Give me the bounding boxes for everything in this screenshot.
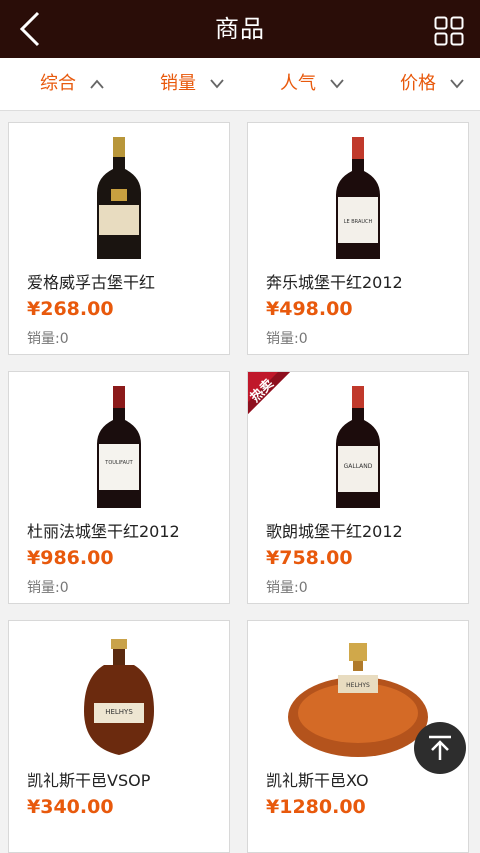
product-price: ¥758.00 bbox=[266, 547, 353, 569]
product-price: ¥1280.00 bbox=[266, 796, 366, 818]
product-name: 凯礼斯干邑VSOP bbox=[27, 771, 151, 790]
arrow-up-icon bbox=[429, 735, 451, 760]
chevron-up-icon bbox=[90, 79, 104, 89]
cognac-bottle-icon: HELHYS bbox=[84, 639, 154, 755]
wine-bottle-icon bbox=[97, 137, 141, 259]
product-price: ¥340.00 bbox=[27, 796, 114, 818]
product-name: 奔乐城堡干红2012 bbox=[266, 273, 403, 292]
sort-label: 销量 bbox=[160, 73, 196, 94]
bottle-label-text: GALLAND bbox=[344, 463, 373, 470]
product-sales: 销量:0 bbox=[27, 580, 69, 596]
sort-label: 价格 bbox=[400, 73, 436, 94]
cognac-bottle-icon: HELHYS bbox=[288, 643, 428, 757]
grid-view-button[interactable] bbox=[434, 16, 464, 46]
product-name: 凯礼斯干邑XO bbox=[266, 771, 369, 790]
product-price: ¥498.00 bbox=[266, 298, 353, 320]
wine-bottle-icon: LE BRAUCH bbox=[336, 137, 380, 259]
product-price: ¥986.00 bbox=[27, 547, 114, 569]
product-name: 爱格威孚古堡干红 bbox=[27, 273, 156, 292]
product-name: 歌朗城堡干红2012 bbox=[266, 522, 403, 541]
product-card[interactable]: 爱格威孚古堡干红 ¥268.00 销量:0 bbox=[8, 122, 230, 355]
product-image: HELHYS bbox=[9, 621, 229, 761]
chevron-down-icon bbox=[210, 79, 224, 89]
product-image: TOULIFAUT bbox=[9, 372, 229, 512]
sort-sales[interactable]: 销量 bbox=[160, 58, 224, 110]
chevron-down-icon bbox=[330, 79, 344, 89]
sort-label: 综合 bbox=[40, 73, 76, 94]
product-name: 杜丽法城堡干红2012 bbox=[27, 522, 180, 541]
product-sales: 销量:0 bbox=[27, 331, 69, 347]
wine-bottle-icon: TOULIFAUT bbox=[97, 386, 141, 508]
product-price: ¥268.00 bbox=[27, 298, 114, 320]
product-image bbox=[9, 123, 229, 263]
product-sales: 销量:0 bbox=[266, 580, 308, 596]
product-card[interactable]: GALLAND 热卖 歌朗城堡干红2012 ¥758.00 销量:0 bbox=[247, 371, 469, 604]
back-to-top-button[interactable] bbox=[414, 722, 466, 774]
sort-comprehensive[interactable]: 综合 bbox=[40, 58, 104, 110]
bottle-label-text: HELHYS bbox=[105, 708, 133, 716]
grid-icon bbox=[434, 16, 464, 46]
bottle-label-text: LE BRAUCH bbox=[344, 219, 373, 225]
product-sales: 销量:0 bbox=[266, 331, 308, 347]
chevron-down-icon bbox=[450, 79, 464, 89]
product-image: LE BRAUCH bbox=[248, 123, 468, 263]
sort-bar: 综合 销量 人气 价格 bbox=[0, 58, 480, 111]
bottle-label-text: TOULIFAUT bbox=[104, 460, 133, 466]
product-card[interactable]: HELHYS 凯礼斯干邑VSOP ¥340.00 bbox=[8, 620, 230, 853]
app-header: 商品 bbox=[0, 0, 480, 58]
sort-popularity[interactable]: 人气 bbox=[280, 58, 344, 110]
bottle-label-text: HELHYS bbox=[346, 682, 370, 689]
product-card[interactable]: LE BRAUCH 奔乐城堡干红2012 ¥498.00 销量:0 bbox=[247, 122, 469, 355]
page-title: 商品 bbox=[215, 15, 265, 43]
product-card[interactable]: TOULIFAUT 杜丽法城堡干红2012 ¥986.00 销量:0 bbox=[8, 371, 230, 604]
sort-price[interactable]: 价格 bbox=[400, 58, 464, 110]
sort-label: 人气 bbox=[280, 73, 316, 94]
wine-bottle-icon: GALLAND bbox=[336, 386, 380, 508]
